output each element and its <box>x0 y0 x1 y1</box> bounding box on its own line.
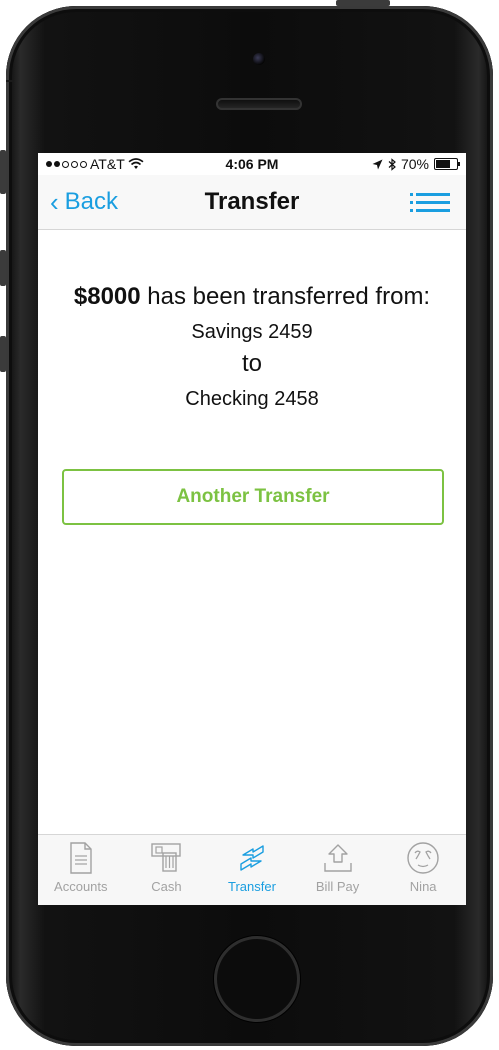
location-arrow-icon <box>372 159 383 169</box>
bluetooth-icon <box>388 157 396 171</box>
page-title: Transfer <box>204 188 300 215</box>
frame-edge-line <box>6 80 14 82</box>
nina-face-icon <box>407 842 439 874</box>
tab-transfer[interactable]: Transfer <box>209 835 295 905</box>
earpiece-speaker <box>216 98 302 110</box>
from-account: Savings 2459 <box>191 321 313 343</box>
cash-icon <box>151 843 182 872</box>
mute-switch <box>0 150 6 194</box>
volume-down-button <box>0 336 6 372</box>
confirmation-text: has been transferred from: <box>140 283 431 310</box>
volume-up-button <box>0 250 6 286</box>
tab-accounts[interactable]: Accounts <box>38 835 124 905</box>
battery-icon <box>434 158 460 170</box>
to-account: Checking 2458 <box>185 388 319 410</box>
transfer-amount: $8000 <box>73 283 141 310</box>
confirmation-headline: $8000 has been transferred from: <box>38 283 466 311</box>
list-menu-icon[interactable] <box>410 192 450 214</box>
status-right: 70% <box>372 156 460 172</box>
tab-label: Accounts <box>54 879 108 894</box>
status-bar: AT&T 4:06 PM 70% <box>38 153 466 175</box>
upload-tray-icon <box>323 844 352 872</box>
document-icon <box>70 842 92 874</box>
front-camera <box>253 53 265 65</box>
tab-label: Bill Pay <box>315 879 360 894</box>
tab-label: Transfer <box>228 879 276 894</box>
home-button[interactable] <box>214 936 300 1022</box>
tab-nina[interactable]: Nina <box>380 835 466 905</box>
battery-level <box>436 160 450 168</box>
phone-screen: AT&T 4:06 PM 70% ‹ Back Transfer $8000 h… <box>38 153 466 905</box>
tab-bill-pay[interactable]: Bill Pay <box>295 835 381 905</box>
navigation-bar: ‹ Back Transfer <box>38 175 466 230</box>
battery-percent: 70% <box>400 156 429 172</box>
tab-label: Cash <box>151 879 182 894</box>
tab-cash[interactable]: Cash <box>124 835 210 905</box>
tab-label: Nina <box>409 879 437 894</box>
transfer-confirmation: $8000 has been transferred from: Savings… <box>38 283 466 411</box>
transfer-arrows-icon <box>240 845 264 871</box>
power-button <box>336 0 390 6</box>
another-transfer-button[interactable]: Another Transfer <box>62 469 444 525</box>
to-word: to <box>241 350 262 377</box>
tab-bar: Accounts Cash Transfer Bill Pay Nina <box>38 834 466 905</box>
